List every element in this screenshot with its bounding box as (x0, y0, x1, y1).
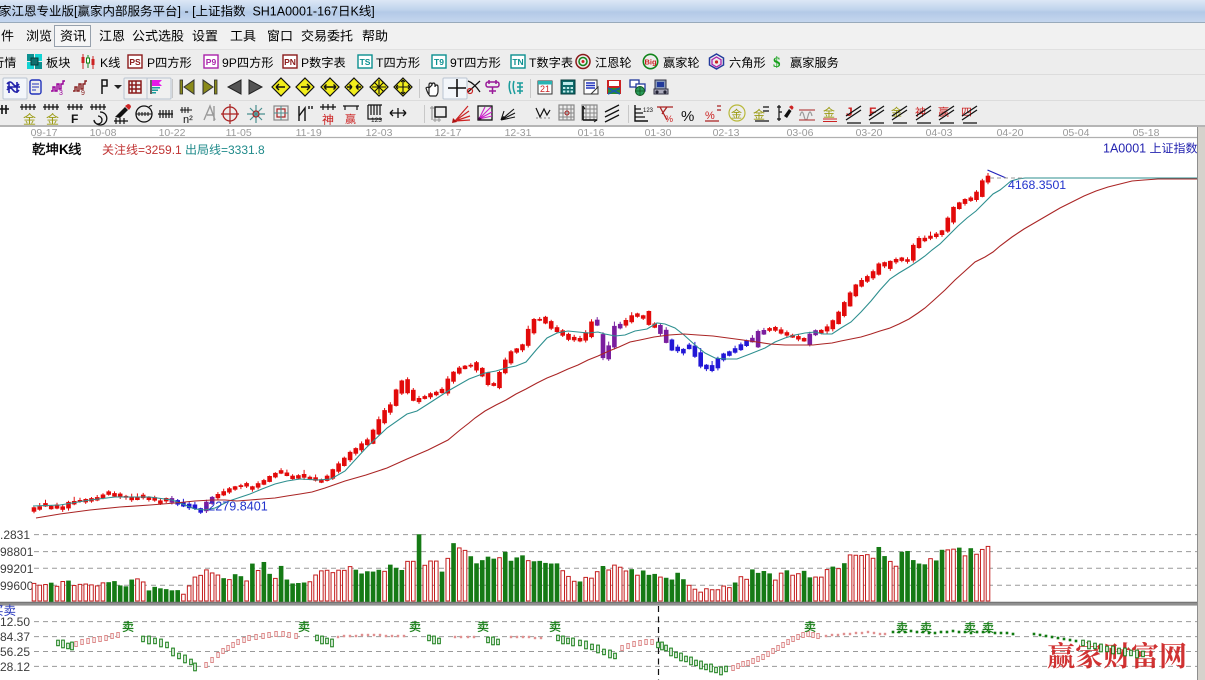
svg-text:T9: T9 (434, 57, 444, 67)
svg-text:56.25: 56.25 (0, 645, 30, 659)
svg-text:1A0001: 1A0001 (1103, 142, 1146, 156)
svg-text:123: 123 (643, 108, 654, 114)
svg-text:T: T (376, 56, 384, 70)
svg-text:4168.3501: 4168.3501 (1008, 178, 1066, 192)
svg-text:T: T (529, 56, 537, 70)
svg-text:.2831: .2831 (0, 528, 30, 542)
svg-text:TN: TN (512, 57, 523, 67)
svg-text:9: 9 (81, 90, 85, 97)
svg-text:PN: PN (284, 57, 296, 67)
svg-text:%: % (705, 110, 715, 122)
svg-text:P9: P9 (206, 57, 217, 67)
svg-text:99600: 99600 (0, 579, 34, 593)
svg-text:21: 21 (540, 84, 550, 94)
svg-text:%: % (665, 114, 673, 124)
svg-text:F: F (71, 112, 78, 126)
svg-text:98801: 98801 (0, 545, 34, 559)
svg-text:n²: n² (183, 114, 193, 126)
svg-text:K: K (100, 56, 108, 70)
svg-text:9T: 9T (450, 56, 465, 70)
svg-text:=3259.1: =3259.1 (138, 143, 182, 157)
svg-text:] - [: ] - [ (178, 5, 197, 19)
svg-text:]: ] (371, 5, 374, 19)
svg-text:[: [ (74, 5, 78, 19)
svg-text:K: K (351, 5, 360, 19)
svg-text:P: P (147, 56, 155, 70)
svg-text:P: P (301, 56, 309, 70)
svg-text:12.50: 12.50 (0, 615, 30, 629)
svg-text:SH1A0001-167: SH1A0001-167 (246, 5, 338, 19)
svg-text:TS: TS (360, 57, 371, 67)
svg-text:9P: 9P (222, 56, 237, 70)
svg-text:123: 123 (371, 117, 382, 124)
svg-text:=3331.8: =3331.8 (221, 143, 265, 157)
svg-text:%: % (681, 108, 694, 125)
svg-text:$: $ (773, 55, 781, 71)
svg-text:84.37: 84.37 (0, 630, 30, 644)
svg-text:K: K (59, 142, 69, 157)
svg-text:PS: PS (129, 57, 141, 67)
svg-text:99201: 99201 (0, 562, 34, 576)
svg-text:3: 3 (59, 90, 63, 97)
svg-text:-2279.8401: -2279.8401 (204, 500, 268, 514)
svg-text:28.12: 28.12 (0, 660, 30, 674)
svg-text:Big: Big (644, 58, 657, 67)
